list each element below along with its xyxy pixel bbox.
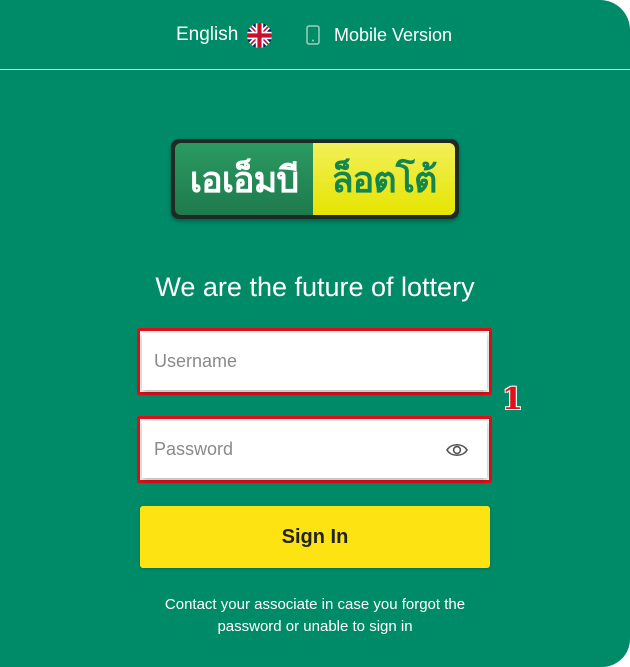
mobile-version-label: Mobile Version xyxy=(334,24,453,45)
annotation-marker: 1 xyxy=(502,382,523,417)
brand-logo-inner: เอเอ็มบี ล็อตโต้ xyxy=(175,143,455,215)
password-field-highlight xyxy=(137,416,492,483)
language-label: English xyxy=(176,24,239,45)
help-text: Contact your associate in case you forgo… xyxy=(164,596,466,635)
login-page: English Mobile Version เอเอ็มบี ล็อตโต้ … xyxy=(0,0,630,667)
phone-icon xyxy=(306,25,320,45)
brand-logo: เอเอ็มบี ล็อตโต้ xyxy=(171,139,459,219)
language-selector[interactable]: English xyxy=(176,22,273,48)
tagline: We are the future of lottery xyxy=(155,272,475,302)
logo-text-left: เอเอ็มบี xyxy=(175,143,313,215)
mobile-version-link[interactable]: Mobile Version xyxy=(306,22,452,48)
username-field-highlight xyxy=(137,328,492,395)
top-bar: English Mobile Version xyxy=(0,0,630,70)
password-input[interactable] xyxy=(142,421,487,478)
sign-in-button[interactable]: Sign In xyxy=(140,506,490,568)
eye-icon[interactable] xyxy=(445,440,469,460)
uk-flag-icon xyxy=(247,22,273,48)
logo-text-right: ล็อตโต้ xyxy=(313,143,455,215)
username-input[interactable] xyxy=(142,333,487,390)
